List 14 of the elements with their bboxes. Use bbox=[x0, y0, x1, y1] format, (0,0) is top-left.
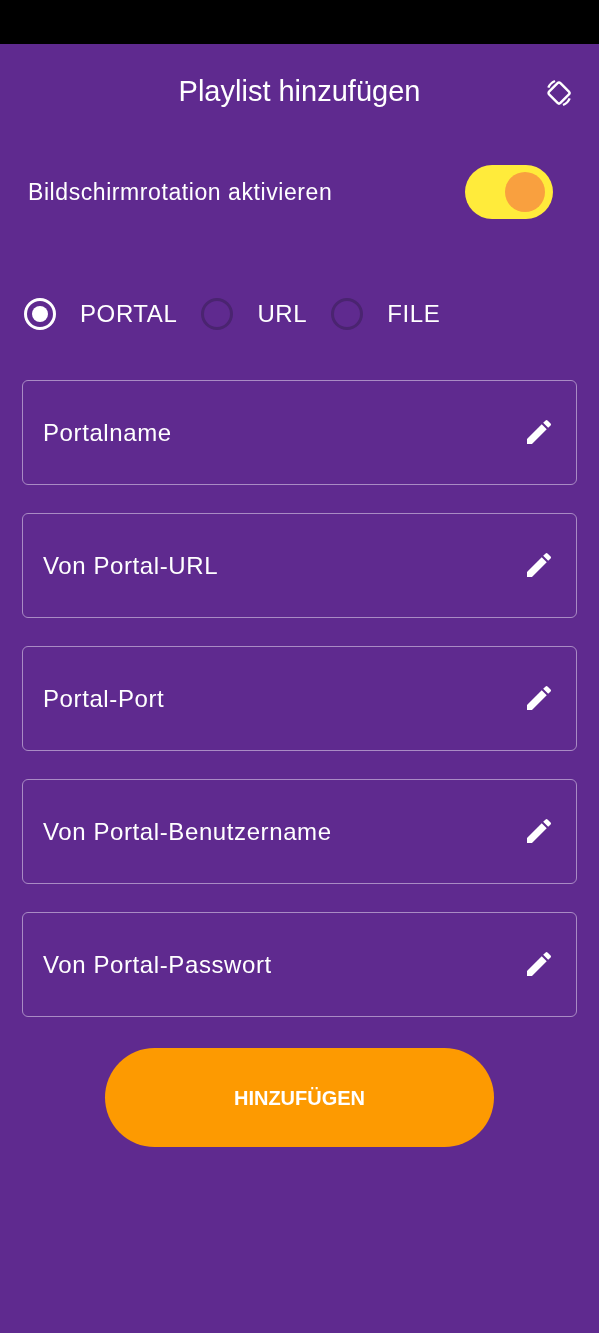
input-field[interactable]: Von Portal-URL bbox=[22, 513, 577, 618]
radio-label: URL bbox=[257, 299, 308, 329]
input-field[interactable]: Von Portal-Benutzername bbox=[22, 779, 577, 884]
page-title: Playlist hinzufügen bbox=[178, 74, 421, 110]
rotation-switch[interactable] bbox=[465, 165, 553, 219]
input-field[interactable]: Portal-Port bbox=[22, 646, 577, 751]
radio-label: FILE bbox=[387, 299, 441, 329]
add-button[interactable]: HINZUFÜGEN bbox=[105, 1048, 494, 1147]
rotation-label: Bildschirmrotation aktivieren bbox=[28, 177, 333, 207]
radio-button[interactable] bbox=[331, 298, 364, 330]
input-field[interactable]: Von Portal-Passwort bbox=[22, 912, 577, 1017]
input-field[interactable]: Portalname bbox=[22, 380, 577, 485]
radio-label: PORTAL bbox=[80, 299, 178, 329]
radio-button[interactable] bbox=[201, 298, 234, 330]
